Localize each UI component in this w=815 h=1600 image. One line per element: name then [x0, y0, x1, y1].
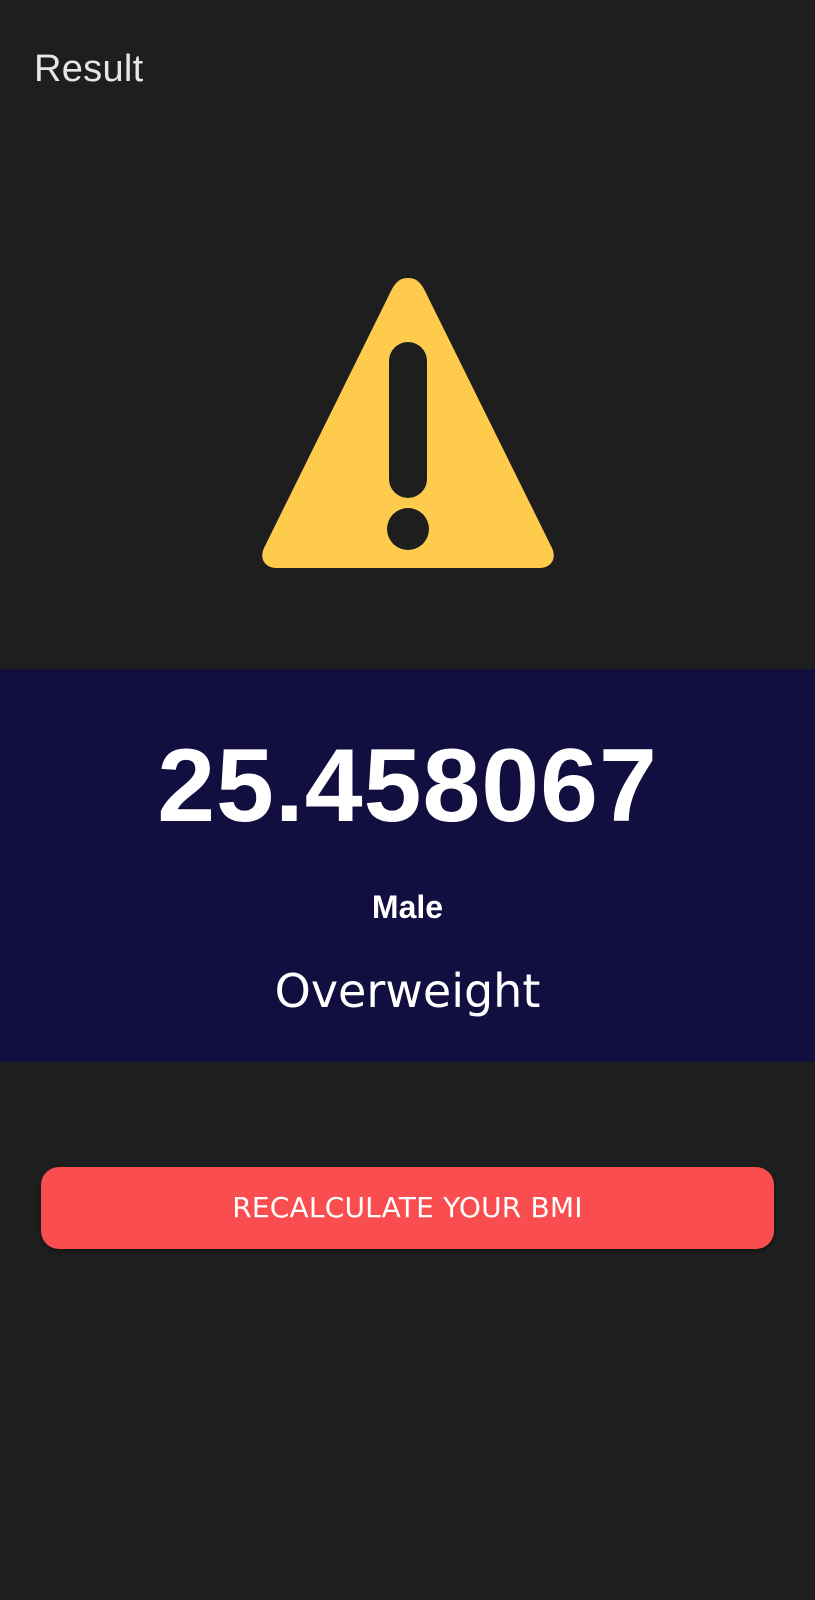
recalculate-button-label: RECALCULATE YOUR BMI	[232, 1191, 583, 1224]
result-panel: 25.458067 Male Overweight	[0, 669, 815, 1062]
recalculate-button[interactable]: RECALCULATE YOUR BMI	[41, 1167, 774, 1249]
app-bar: Result	[0, 0, 815, 140]
warning-icon	[252, 272, 564, 584]
bmi-category: Overweight	[274, 964, 541, 1018]
gender-label: Male	[371, 889, 444, 925]
page-title: Result	[34, 48, 144, 90]
bmi-value: 25.458067	[157, 728, 658, 844]
